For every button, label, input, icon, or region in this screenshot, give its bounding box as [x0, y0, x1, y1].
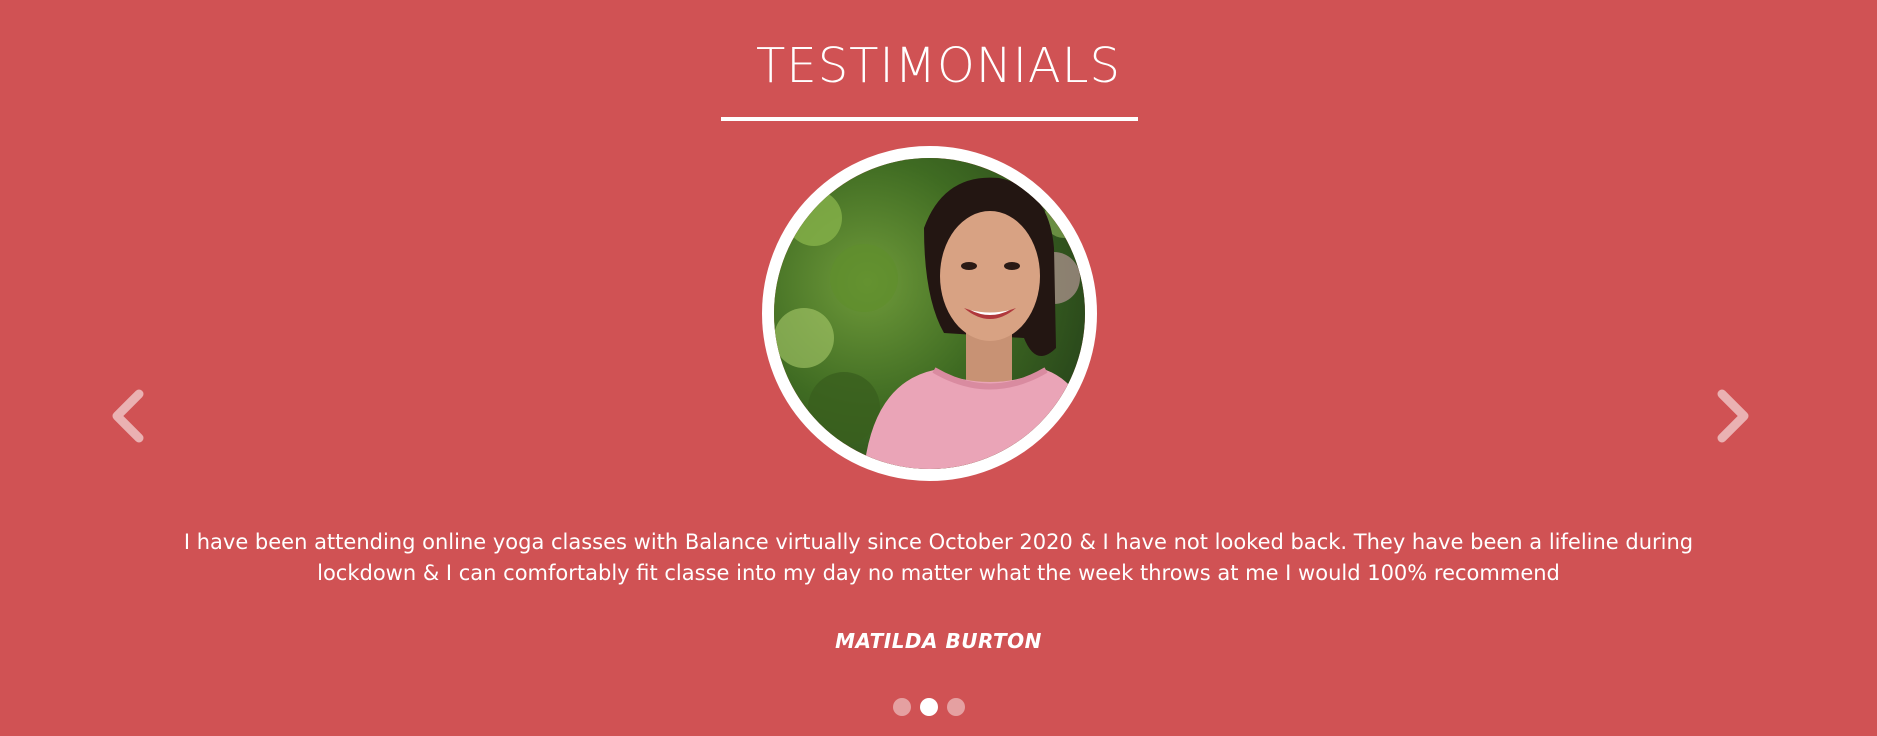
testimonial-avatar	[762, 146, 1097, 481]
carousel-dot-1[interactable]	[893, 698, 911, 716]
testimonial-author: MATILDA BURTON	[835, 629, 1042, 653]
chevron-right-icon	[1717, 389, 1749, 443]
next-slide-button[interactable]	[1713, 388, 1753, 444]
testimonial-quote: I have been attending online yoga classe…	[183, 530, 1694, 585]
title-underline	[721, 117, 1138, 121]
portrait-image	[774, 158, 1085, 469]
testimonials-section: TESTIMONIALS I have been attending onlin…	[0, 0, 1877, 736]
section-title: TESTIMONIALS	[756, 38, 1121, 94]
previous-slide-button[interactable]	[108, 388, 148, 444]
carousel-dot-3[interactable]	[947, 698, 965, 716]
carousel-indicators	[893, 698, 965, 716]
carousel-dot-2[interactable]	[920, 698, 938, 716]
chevron-left-icon	[112, 389, 144, 443]
